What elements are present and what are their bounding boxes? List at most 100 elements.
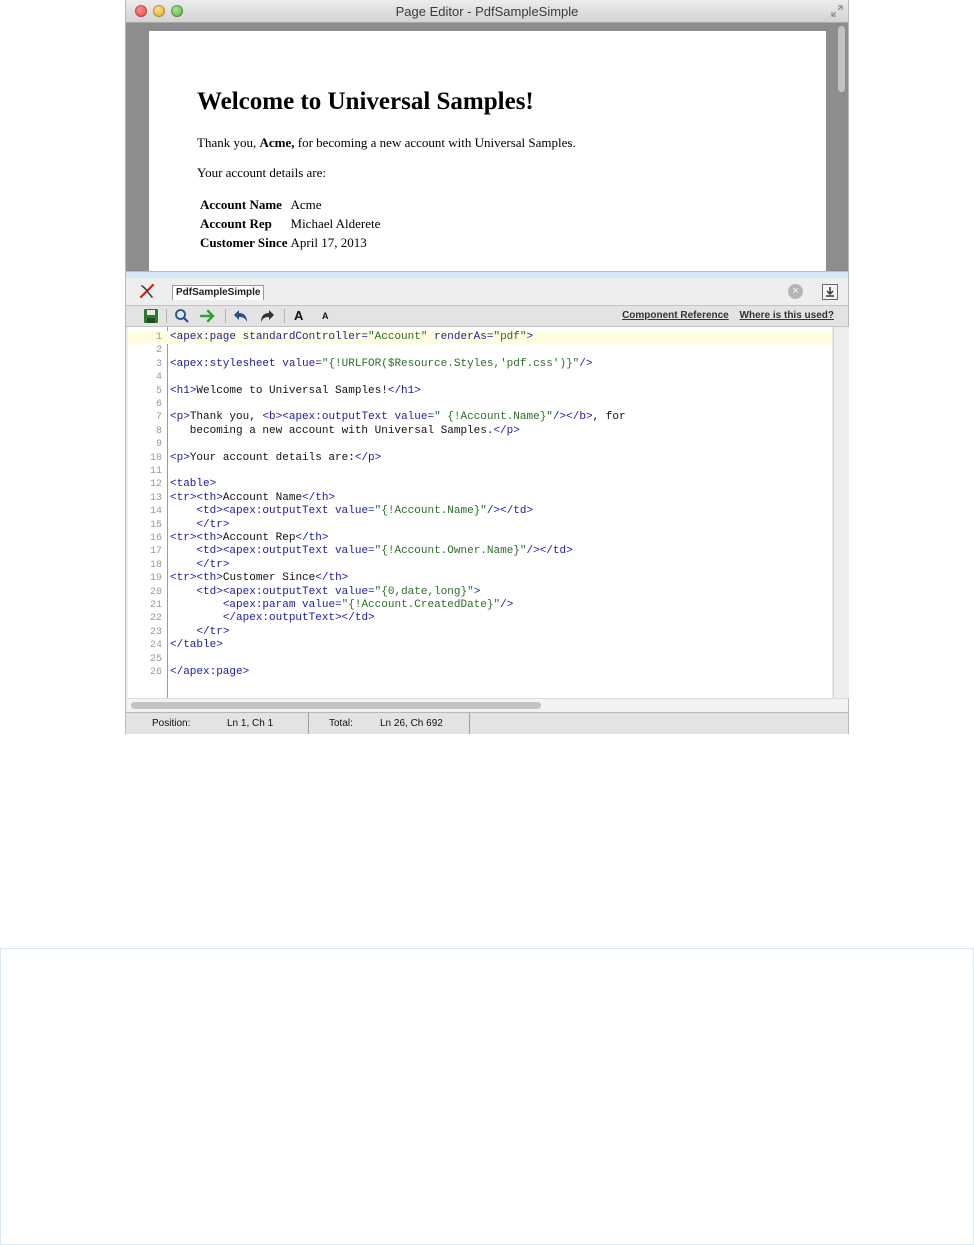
code-text: <table> <box>170 478 217 491</box>
editor-right-margin <box>833 327 849 698</box>
code-line[interactable]: 3 <apex:stylesheet value="{!URLFOR($Resou… <box>128 358 832 371</box>
code-line[interactable]: 10 <p>Your account details are:</p> <box>128 452 832 465</box>
code-text: <td><apex:outputText value="{!Account.Ow… <box>196 545 573 558</box>
tab-pdfsamplesimple[interactable]: PdfSampleSimple <box>172 285 265 300</box>
row-value: April 17, 2013 <box>290 235 367 250</box>
code-line[interactable]: 20 <td><apex:outputText value="{0,date,l… <box>128 586 832 599</box>
scrollbar-thumb[interactable] <box>131 702 541 709</box>
line-number: 24 <box>149 640 162 652</box>
code-text: </apex:page> <box>170 666 250 678</box>
toolbar-divider <box>166 309 167 323</box>
line-number: 19 <box>149 573 162 585</box>
preview-scrollbar[interactable] <box>838 26 845 92</box>
status-divider <box>308 713 309 734</box>
code-line[interactable]: 6 <box>128 398 832 411</box>
code-line[interactable]: 5 <h1>Welcome to Universal Samples!</h1> <box>128 385 832 398</box>
code-line[interactable]: 9 <box>128 438 832 451</box>
line-number: 22 <box>149 613 162 625</box>
code-text: <p>Your account details are:</p> <box>170 451 382 464</box>
download-icon[interactable] <box>822 284 838 300</box>
position-value: Ln 1, Ch 1 <box>227 718 274 729</box>
row-value: Michael Alderete <box>290 216 381 231</box>
line-number: 10 <box>149 452 162 464</box>
row-value: Acme <box>290 197 322 212</box>
save-icon[interactable] <box>142 307 160 325</box>
table-row: Customer Since April 17, 2013 <box>197 234 383 253</box>
blank-panel <box>0 948 974 1245</box>
code-line[interactable]: 25 <box>128 653 832 666</box>
line-number: 20 <box>149 586 162 598</box>
line-number: 7 <box>155 412 162 424</box>
position-label: Position: <box>152 718 191 729</box>
component-reference-link[interactable]: Component Reference <box>622 310 729 321</box>
code-line[interactable]: 22 </apex:outputText></td> <box>128 612 832 625</box>
code-line[interactable]: 15 </tr> <box>128 519 832 532</box>
code-line[interactable]: 8 becoming a new account with Universal … <box>128 425 832 438</box>
undo-icon[interactable] <box>232 307 250 325</box>
close-tab-icon[interactable]: × <box>788 284 803 299</box>
code-line[interactable]: 14 <td><apex:outputText value="{!Account… <box>128 505 832 518</box>
row-label: Customer Since <box>200 235 288 250</box>
code-line[interactable]: 13 <tr><th>Account Name</th> <box>128 492 832 505</box>
line-number: 17 <box>149 546 162 558</box>
code-line[interactable]: 21 <apex:param value="{!Account.CreatedD… <box>128 599 832 612</box>
x-logo-icon <box>139 283 155 299</box>
line-number: 11 <box>149 466 162 477</box>
code-line[interactable]: 24 </table> <box>128 639 832 652</box>
code-line[interactable]: 7 <p>Thank you, <b><apex:outputText value… <box>128 411 832 424</box>
line-number: 25 <box>149 653 162 665</box>
decrease-font-button[interactable]: A <box>322 311 329 321</box>
intro-before-text: Thank you, <box>197 135 260 150</box>
code-line[interactable]: 4 <box>128 371 832 384</box>
title-bar[interactable]: Page Editor - PdfSampleSimple <box>126 0 848 23</box>
code-text: </tr> <box>196 518 230 531</box>
line-number: 12 <box>149 479 162 491</box>
account-details-table: Account Name Acme Account Rep Michael Alde… <box>197 196 383 253</box>
toolbar-links: Component Reference Where is this used? <box>614 310 834 321</box>
intro-after-text: for becoming a new account with Universa… <box>294 135 576 150</box>
status-bar: Position: Ln 1, Ch 1 Total: Ln 26, Ch 69… <box>126 712 848 734</box>
window-title: Page Editor - PdfSampleSimple <box>395 4 579 19</box>
search-icon[interactable] <box>173 307 191 325</box>
line-number: 26 <box>149 667 162 678</box>
horizontal-scrollbar[interactable] <box>128 698 848 712</box>
code-line[interactable]: 19 <tr><th>Customer Since</th> <box>128 572 832 585</box>
pdf-preview-pane[interactable]: Welcome to Universal Samples! Thank you,… <box>126 23 848 271</box>
code-line[interactable]: 1 <apex:page standardController="Account"… <box>128 331 832 345</box>
page-editor-window: Page Editor - PdfSampleSimple Welcome to… <box>126 0 849 734</box>
code-line[interactable]: 11 <box>128 465 832 478</box>
line-number: 5 <box>155 385 162 397</box>
line-number: 21 <box>149 600 162 611</box>
row-label: Account Rep <box>200 216 272 231</box>
code-line[interactable]: 2 <box>128 344 832 357</box>
code-line[interactable]: 23 </tr> <box>128 626 832 639</box>
pdf-page: Welcome to Universal Samples! Thank you,… <box>149 31 826 271</box>
table-row: Account Name Acme <box>197 196 383 215</box>
intro-account-name: Acme, <box>259 135 295 150</box>
code-text: <td><apex:outputText value="{0,date,long… <box>196 585 481 598</box>
fullscreen-icon[interactable] <box>830 4 844 18</box>
code-line[interactable]: 18 </tr> <box>128 559 832 572</box>
line-number: 14 <box>149 506 162 518</box>
redo-icon[interactable] <box>258 307 276 325</box>
preview-heading: Welcome to Universal Samples! <box>197 88 534 115</box>
go-to-line-icon[interactable] <box>199 307 217 325</box>
editor-toolbar: A A Component Reference Where is this us… <box>126 306 848 327</box>
line-number: 15 <box>149 519 162 531</box>
code-line[interactable]: 16 <tr><th>Account Rep</th> <box>128 532 832 545</box>
code-editor[interactable]: 1 <apex:page standardController="Account"… <box>128 327 832 698</box>
line-number: 18 <box>149 559 162 571</box>
code-text: </table> <box>170 639 223 652</box>
line-number: 2 <box>155 345 162 357</box>
line-number: 8 <box>155 425 162 437</box>
code-line[interactable]: 12 <table> <box>128 478 832 491</box>
editor-tab-bar: PdfSampleSimple × <box>126 278 848 306</box>
code-text: <tr><th>Account Name</th> <box>170 491 336 504</box>
preview-details-text: Your account details are: <box>197 165 327 180</box>
code-line[interactable]: 26 </apex:page> <box>128 666 832 679</box>
increase-font-button[interactable]: A <box>294 308 303 323</box>
line-number: 6 <box>155 399 162 410</box>
code-line[interactable]: 17 <td><apex:outputText value="{!Account… <box>128 545 832 558</box>
code-text: <tr><th>Account Rep</th> <box>170 532 329 544</box>
where-used-link[interactable]: Where is this used? <box>740 310 834 321</box>
